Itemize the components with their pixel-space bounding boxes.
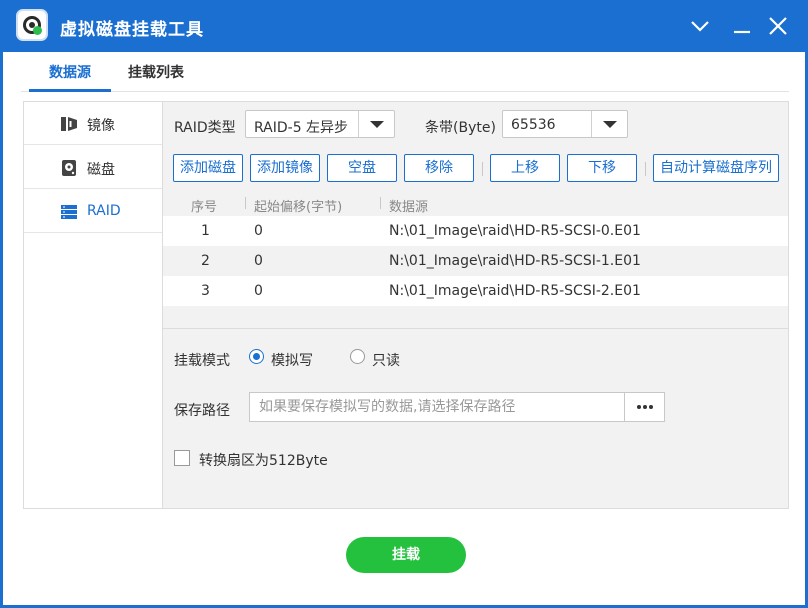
title-bar: 虚拟磁盘挂载工具 xyxy=(0,0,808,52)
raid-type-value: RAID-5 左异步 xyxy=(254,120,349,136)
table-header: 序号 起始偏移(字节) 数据源 xyxy=(163,190,788,216)
tab-mount-list[interactable]: 挂载列表 xyxy=(128,56,184,92)
tab-data-source[interactable]: 数据源 xyxy=(29,56,111,92)
dropdown-arrow-icon[interactable] xyxy=(591,111,627,137)
raid-type-select[interactable]: RAID-5 左异步 xyxy=(245,110,395,138)
table-row[interactable]: 1 0 N:\01_Image\raid\HD-R5-SCSI-0.E01 xyxy=(163,216,788,246)
save-path-label: 保存路径 xyxy=(174,403,230,419)
radio-read-only[interactable] xyxy=(350,349,365,364)
column-header-source: 数据源 xyxy=(389,200,429,215)
read-only-label[interactable]: 只读 xyxy=(372,350,400,370)
disk-icon xyxy=(62,160,76,176)
raid-member-table: 序号 起始偏移(字节) 数据源 1 0 N:\01_Image\raid\HD-… xyxy=(163,190,788,308)
convert-sector-checkbox[interactable] xyxy=(174,450,190,466)
raid-toolbar: 添加磁盘 添加镜像 空盘 移除 上移 下移 自动计算磁盘序列 xyxy=(163,146,788,190)
sidebar-item-label: RAID xyxy=(87,203,121,219)
row-source: N:\01_Image\raid\HD-R5-SCSI-0.E01 xyxy=(389,223,641,239)
mount-mode-label: 挂载模式 xyxy=(174,353,230,369)
data-source-panel: 镜像 磁盘 RAID RAID类型 RAID-5 左异步 条带(Byte) 65… xyxy=(23,101,789,509)
column-divider xyxy=(380,197,381,209)
row-offset: 0 xyxy=(254,283,263,299)
column-divider xyxy=(245,197,246,209)
row-source: N:\01_Image\raid\HD-R5-SCSI-2.E01 xyxy=(389,283,641,299)
save-path-input[interactable] xyxy=(249,392,625,422)
row-offset: 0 xyxy=(254,253,263,269)
row-offset: 0 xyxy=(254,223,263,239)
sidebar-item-image[interactable]: 镜像 xyxy=(24,102,162,145)
app-logo-icon xyxy=(16,9,48,41)
app-window: 虚拟磁盘挂载工具 数据源 挂载列表 镜像 磁盘 RAID RAID类型 RAID… xyxy=(0,0,808,608)
sidebar-item-raid[interactable]: RAID xyxy=(24,190,162,233)
table-row[interactable]: 2 0 N:\01_Image\raid\HD-R5-SCSI-1.E01 xyxy=(163,246,788,276)
source-sidebar: 镜像 磁盘 RAID xyxy=(24,102,163,508)
toolbar-divider xyxy=(645,162,646,176)
raid-array-icon xyxy=(61,205,77,219)
column-header-offset: 起始偏移(字节) xyxy=(254,200,343,215)
toolbar-divider xyxy=(482,162,483,176)
sidebar-item-disk[interactable]: 磁盘 xyxy=(24,146,162,189)
row-index: 3 xyxy=(201,283,210,299)
empty-disk-button[interactable]: 空盘 xyxy=(327,154,397,182)
stripe-size-select[interactable]: 65536 xyxy=(502,110,628,138)
add-disk-button[interactable]: 添加磁盘 xyxy=(173,154,243,182)
auto-order-button[interactable]: 自动计算磁盘序列 xyxy=(653,154,779,182)
table-row[interactable]: 3 0 N:\01_Image\raid\HD-R5-SCSI-2.E01 xyxy=(163,276,788,306)
browse-button[interactable] xyxy=(624,392,665,422)
minimize-icon[interactable] xyxy=(728,12,756,40)
row-source: N:\01_Image\raid\HD-R5-SCSI-1.E01 xyxy=(389,253,641,269)
mount-button[interactable]: 挂载 xyxy=(346,537,466,573)
move-down-button[interactable]: 下移 xyxy=(567,154,637,182)
move-up-button[interactable]: 上移 xyxy=(490,154,560,182)
remove-button[interactable]: 移除 xyxy=(404,154,474,182)
raid-config-area: RAID类型 RAID-5 左异步 条带(Byte) 65536 添加磁盘 添加… xyxy=(163,102,788,508)
radio-simulated-write[interactable] xyxy=(249,349,264,364)
column-header-index: 序号 xyxy=(191,200,218,215)
convert-sector-label[interactable]: 转换扇区为512Byte xyxy=(199,450,328,470)
add-image-button[interactable]: 添加镜像 xyxy=(250,154,320,182)
more-dots-icon xyxy=(636,405,641,409)
dropdown-arrow-icon[interactable] xyxy=(358,111,394,137)
window-title: 虚拟磁盘挂载工具 xyxy=(60,20,204,40)
row-index: 1 xyxy=(201,223,210,239)
stripe-size-value: 65536 xyxy=(511,117,556,133)
row-index: 2 xyxy=(201,253,210,269)
sidebar-item-label: 磁盘 xyxy=(87,162,115,178)
close-icon[interactable] xyxy=(764,12,792,40)
image-file-icon xyxy=(61,117,77,131)
top-tabs: 数据源 挂载列表 xyxy=(21,56,789,92)
simulated-write-label[interactable]: 模拟写 xyxy=(271,350,313,370)
raid-type-label: RAID类型 xyxy=(174,120,236,136)
chevron-down-icon[interactable] xyxy=(686,12,714,40)
sidebar-item-label: 镜像 xyxy=(87,118,115,134)
raid-settings-row: RAID类型 RAID-5 左异步 条带(Byte) 65536 xyxy=(163,102,788,146)
stripe-label: 条带(Byte) xyxy=(425,120,496,136)
mount-options: 挂载模式 模拟写 只读 保存路径 转换扇区为512Byte xyxy=(163,328,788,508)
